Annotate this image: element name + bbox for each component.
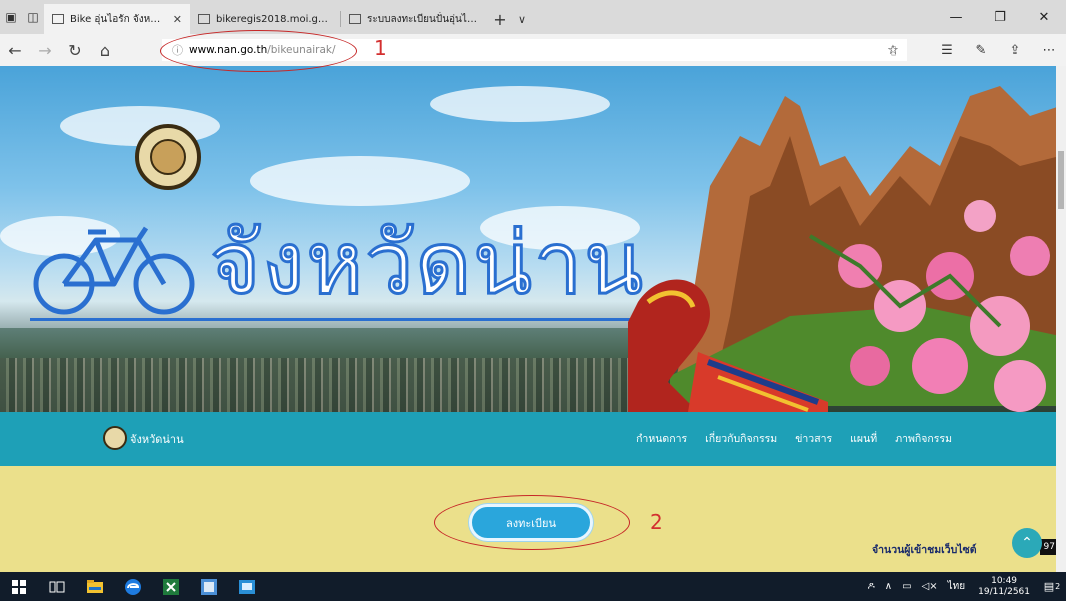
clock-time: 10:49: [991, 575, 1018, 586]
banner-underline: [30, 318, 660, 321]
flowers-image: [808, 200, 1050, 412]
people-icon[interactable]: ዶ: [867, 581, 874, 592]
close-window-icon[interactable]: ✕: [1022, 0, 1066, 34]
scrollbar-thumb[interactable]: [1058, 151, 1064, 209]
start-icon[interactable]: [0, 572, 38, 601]
document-app-icon[interactable]: [190, 572, 228, 601]
scroll-to-top-icon[interactable]: ⌃: [1012, 528, 1042, 558]
share-icon[interactable]: ⇪: [998, 34, 1032, 66]
nav-item-schedule[interactable]: กำหนดการ: [636, 430, 687, 447]
cloud: [250, 156, 470, 206]
tab-title: ระบบลงทะเบียนปั่นอุ่นไอรัก 2018: [367, 13, 481, 25]
tab-title: Bike อุ่นไอรัก จังหวัดน่าน: [70, 13, 163, 25]
banner-title: จังหวัดน่าน: [208, 213, 646, 316]
nav-item-news[interactable]: ข่าวสาร: [795, 430, 832, 447]
page-icon: [349, 14, 361, 24]
clock-date: 19/11/2561: [978, 586, 1030, 597]
tab-bike-unairak[interactable]: Bike อุ่นไอรัก จังหวัดน่าน ✕: [44, 4, 190, 34]
network-icon[interactable]: ▭: [902, 581, 911, 592]
minimize-icon[interactable]: —: [934, 0, 978, 34]
chevron-up-icon[interactable]: ∧: [885, 581, 892, 592]
taskbar-apps: [0, 572, 266, 601]
page-icon: [198, 14, 210, 24]
clock[interactable]: 10:49 19/11/2561: [978, 576, 1030, 598]
page-icon: [52, 14, 64, 24]
cloud: [430, 86, 610, 122]
tab-register-system[interactable]: ระบบลงทะเบียนปั่นอุ่นไอรัก 2018: [341, 4, 489, 34]
window-controls: — ❐ ✕: [934, 0, 1066, 34]
annotation-ellipse-url: [160, 30, 357, 72]
nav-menu: กำหนดการ เกี่ยวกับกิจกรรม ข่าวสาร แผนที่…: [636, 430, 952, 447]
screen: ▣ ◫ Bike อุ่นไอรัก จังหวัดน่าน ✕ bikereg…: [0, 0, 1066, 601]
notification-count: 2: [1055, 582, 1061, 591]
home-icon[interactable]: ⌂: [90, 34, 120, 66]
province-seal-logo: [135, 124, 201, 190]
edge-browser-icon[interactable]: [114, 572, 152, 601]
tab-bar: ▣ ◫ Bike อุ่นไอรัก จังหวัดน่าน ✕ bikereg…: [0, 0, 1066, 34]
file-explorer-icon[interactable]: [76, 572, 114, 601]
bicycle-icon: [33, 226, 195, 315]
annotation-number-2: 2: [650, 510, 663, 534]
nav-item-about[interactable]: เกี่ยวกับกิจกรรม: [705, 430, 777, 447]
system-tray: ዶ ∧ ▭ ◁× ไทย 10:49 19/11/2561 ▤ 2: [862, 572, 1066, 601]
chevron-down-icon[interactable]: ∨: [511, 4, 533, 34]
favorite-star-icon[interactable]: ☆: [876, 34, 910, 66]
visitor-count: 97: [1040, 539, 1056, 555]
annotation-ellipse-register: [434, 495, 630, 550]
visitor-counter-label: จำนวนผู้เข้าชมเว็บไซต์: [872, 544, 977, 556]
mail-app-icon[interactable]: [228, 572, 266, 601]
tab-title: bikeregis2018.moi.go.th: [216, 13, 332, 25]
naga-boat-image: [628, 279, 828, 412]
new-tab-icon[interactable]: +: [489, 4, 511, 34]
pen-icon[interactable]: ✎: [964, 34, 998, 66]
nav-brand-link[interactable]: จังหวัดน่าน: [130, 430, 184, 448]
back-icon[interactable]: ←: [0, 34, 30, 66]
annotation-number-1: 1: [374, 36, 387, 60]
windows-taskbar: ዶ ∧ ▭ ◁× ไทย 10:49 19/11/2561 ▤ 2: [0, 572, 1066, 601]
nav-item-map[interactable]: แผนที่: [850, 430, 877, 447]
forward-icon[interactable]: →: [30, 34, 60, 66]
more-icon[interactable]: ⋯: [1032, 34, 1066, 66]
tabs-aside-icon[interactable]: ◫: [22, 0, 44, 34]
task-view-icon[interactable]: [38, 572, 76, 601]
excel-icon[interactable]: [152, 572, 190, 601]
nav-logo-icon[interactable]: [103, 426, 127, 450]
nav-item-gallery[interactable]: ภาพกิจกรรม: [895, 430, 952, 447]
hub-icon[interactable]: ☰: [930, 34, 964, 66]
input-language[interactable]: ไทย: [948, 579, 965, 594]
main-nav: จังหวัดน่าน กำหนดการ เกี่ยวกับกิจกรรม ข่…: [0, 412, 1056, 466]
volume-icon[interactable]: ◁×: [922, 581, 938, 592]
hero-banner: จังหวัดน่าน: [0, 66, 1056, 412]
close-icon[interactable]: ✕: [173, 13, 182, 26]
address-actions: ☆ ☰ ✎ ⇪ ⋯: [876, 34, 1066, 66]
page-scrollbar[interactable]: [1056, 66, 1066, 572]
town-view: [0, 358, 640, 412]
restore-icon[interactable]: ❐: [978, 0, 1022, 34]
refresh-icon[interactable]: ↻: [60, 34, 90, 66]
action-center-icon[interactable]: ▤ 2: [1038, 572, 1066, 601]
tab-actions-icon[interactable]: ▣: [0, 0, 22, 34]
